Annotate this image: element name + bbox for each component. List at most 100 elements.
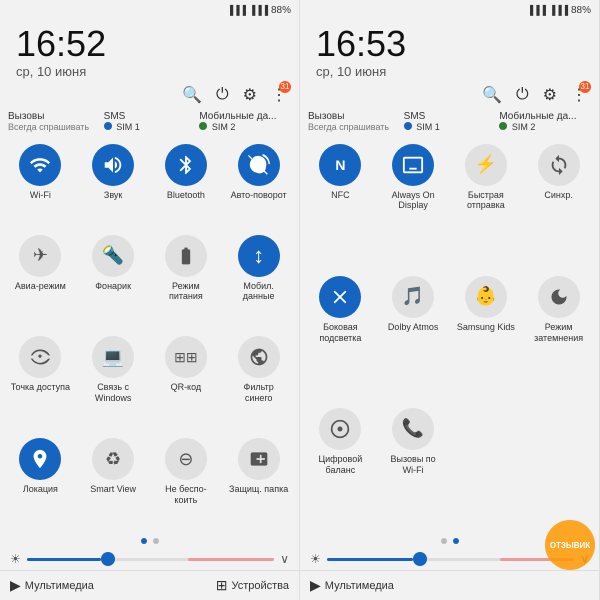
samsung-kids-icon: 👶 (465, 276, 507, 318)
r-more-icon[interactable]: ⋮ 31 (571, 85, 587, 105)
data-label: Мобильные да... (199, 111, 291, 122)
tile-secure[interactable]: Защищ. папка (224, 432, 293, 530)
slider-thumb[interactable] (101, 552, 115, 566)
data-col: Мобильные да... SIM 2 (199, 111, 291, 132)
wifi-call-label: Вызовы по Wi-Fi (383, 454, 443, 476)
r-power-icon[interactable]: ⏻ (516, 86, 529, 104)
tile-dnd[interactable]: ⊖ Не беспо-коить (152, 432, 221, 530)
tile-fast-share[interactable]: ⚡ Быстрая отправка (452, 138, 521, 266)
dnd-label: Не беспо-коить (156, 484, 216, 506)
dolby-label: Dolby Atmos (388, 322, 439, 333)
tile-samsung-kids[interactable]: 👶 Samsung Kids (452, 270, 521, 398)
tile-side-light[interactable]: Боковая подсветка (306, 270, 375, 398)
tile-sync[interactable]: Синхр. (524, 138, 593, 266)
data-sim: SIM 2 (199, 122, 291, 132)
qr-icon: ⊞⊞ (165, 336, 207, 378)
tile-power-save[interactable]: Режим питания (152, 229, 221, 327)
r-brightness-slider[interactable] (327, 558, 574, 561)
tile-rotate[interactable]: Авто-поворот (224, 138, 293, 225)
tile-location[interactable]: Локация (6, 432, 75, 530)
left-bottom-bar: ▶ Мультимедиа ⊞ Устройства (0, 570, 299, 600)
tile-dolby[interactable]: 🎵 Dolby Atmos (379, 270, 448, 398)
tile-airplane[interactable]: ✈ Авиа-режим (6, 229, 75, 327)
tile-always-on[interactable]: Always On Display (379, 138, 448, 266)
calls-sub: Всегда спрашивать (8, 122, 100, 132)
tile-flashlight[interactable]: 🔦 Фонарик (79, 229, 148, 327)
fast-share-icon: ⚡ (465, 144, 507, 186)
search-icon[interactable]: 🔍 (182, 85, 202, 105)
windows-icon: 💻 (92, 336, 134, 378)
battery-text: 88% (271, 5, 291, 16)
right-bottom-bar: ▶ Мультимедиа (300, 570, 599, 600)
r-sim2-dot (499, 122, 507, 130)
r-slider-thumb[interactable] (413, 552, 427, 566)
left-panel: ▐▐▐ ▐▐▐ 88% 16:52 ср, 10 июня 🔍 ⏻ ⚙ ⋮ 31… (0, 0, 300, 600)
r-notification-badge: 31 (579, 81, 591, 93)
tile-night-mode[interactable]: Режим затемнения (524, 270, 593, 398)
tile-sound[interactable]: Звук (79, 138, 148, 225)
wifi-call-icon: 📞 (392, 408, 434, 450)
r-calls-label: Вызовы (308, 111, 400, 122)
tile-wifi[interactable]: Wi-Fi (6, 138, 75, 225)
media-icon: ▶ (10, 577, 21, 594)
r-search-icon[interactable]: 🔍 (482, 85, 502, 105)
power-icon[interactable]: ⏻ (216, 86, 229, 104)
devices-icon: ⊞ (216, 577, 228, 594)
tile-mobile-data[interactable]: ↕ Мобил. данные (224, 229, 293, 327)
right-sim-row: Вызовы Всегда спрашивать SMS SIM 1 Мобил… (300, 109, 599, 134)
mobile-data-icon: ↕ (238, 235, 280, 277)
left-sim-row: Вызовы Всегда спрашивать SMS SIM 1 Мобил… (0, 109, 299, 134)
dot-2[interactable] (153, 538, 159, 544)
tile-nfc[interactable]: N NFC (306, 138, 375, 266)
more-icon[interactable]: ⋮ 31 (271, 85, 287, 105)
rotate-label: Авто-поворот (231, 190, 287, 201)
r-slider-fill-blue (327, 558, 414, 561)
tile-qr[interactable]: ⊞⊞ QR-код (152, 330, 221, 428)
r-dot-2[interactable] (453, 538, 459, 544)
always-on-icon (392, 144, 434, 186)
smart-view-icon: ♻ (92, 438, 134, 480)
secure-icon (238, 438, 280, 480)
r-settings-icon[interactable]: ⚙ (543, 85, 557, 105)
tile-blue-filter[interactable]: Фильтр синего (224, 330, 293, 428)
left-status-bar: ▐▐▐ ▐▐▐ 88% (0, 0, 299, 20)
calls-label: Вызовы (8, 111, 100, 122)
r-media-button[interactable]: ▶ Мультимедиа (310, 577, 394, 594)
dnd-icon: ⊖ (165, 438, 207, 480)
r-dot-1[interactable] (441, 538, 447, 544)
nfc-label: NFC (331, 190, 350, 201)
watermark: ОТЗЫВИК (545, 520, 595, 570)
tile-bluetooth[interactable]: Bluetooth (152, 138, 221, 225)
smart-view-label: Smart View (90, 484, 136, 495)
settings-icon[interactable]: ⚙ (243, 85, 257, 105)
r-battery-text: 88% (571, 5, 591, 16)
tile-windows[interactable]: 💻 Связь с Windows (79, 330, 148, 428)
left-time: 16:52 (16, 24, 283, 64)
right-status-bar: ▐▐▐ ▐▐▐ 88% (300, 0, 599, 20)
side-light-icon (319, 276, 361, 318)
bluetooth-icon (165, 144, 207, 186)
samsung-kids-label: Samsung Kids (457, 322, 515, 333)
digital-balance-icon (319, 408, 361, 450)
digital-balance-label: Цифровой баланс (310, 454, 370, 476)
airplane-label: Авиа-режим (15, 281, 66, 292)
blue-filter-label: Фильтр синего (229, 382, 289, 404)
tile-wifi-call[interactable]: 📞 Вызовы по Wi-Fi (379, 402, 448, 530)
tile-smart-view[interactable]: ♻ Smart View (79, 432, 148, 530)
tile-hotspot[interactable]: Точка доступа (6, 330, 75, 428)
location-icon (19, 438, 61, 480)
media-button[interactable]: ▶ Мультимедиа (10, 577, 94, 594)
right-time: 16:53 (316, 24, 583, 64)
r-media-label: Мультимедиа (325, 580, 394, 592)
right-header-icons: 🔍 ⏻ ⚙ ⋮ 31 (300, 81, 599, 109)
expand-icon[interactable]: ∨ (280, 552, 289, 566)
r-media-icon: ▶ (310, 577, 321, 594)
left-date: ср, 10 июня (16, 64, 283, 79)
qr-label: QR-код (171, 382, 202, 393)
devices-button[interactable]: ⊞ Устройства (216, 577, 289, 594)
left-time-block: 16:52 ср, 10 июня (0, 20, 299, 81)
tile-digital-balance[interactable]: Цифровой баланс (306, 402, 375, 530)
flashlight-label: Фонарик (95, 281, 131, 292)
brightness-slider[interactable] (27, 558, 274, 561)
dot-1[interactable] (141, 538, 147, 544)
